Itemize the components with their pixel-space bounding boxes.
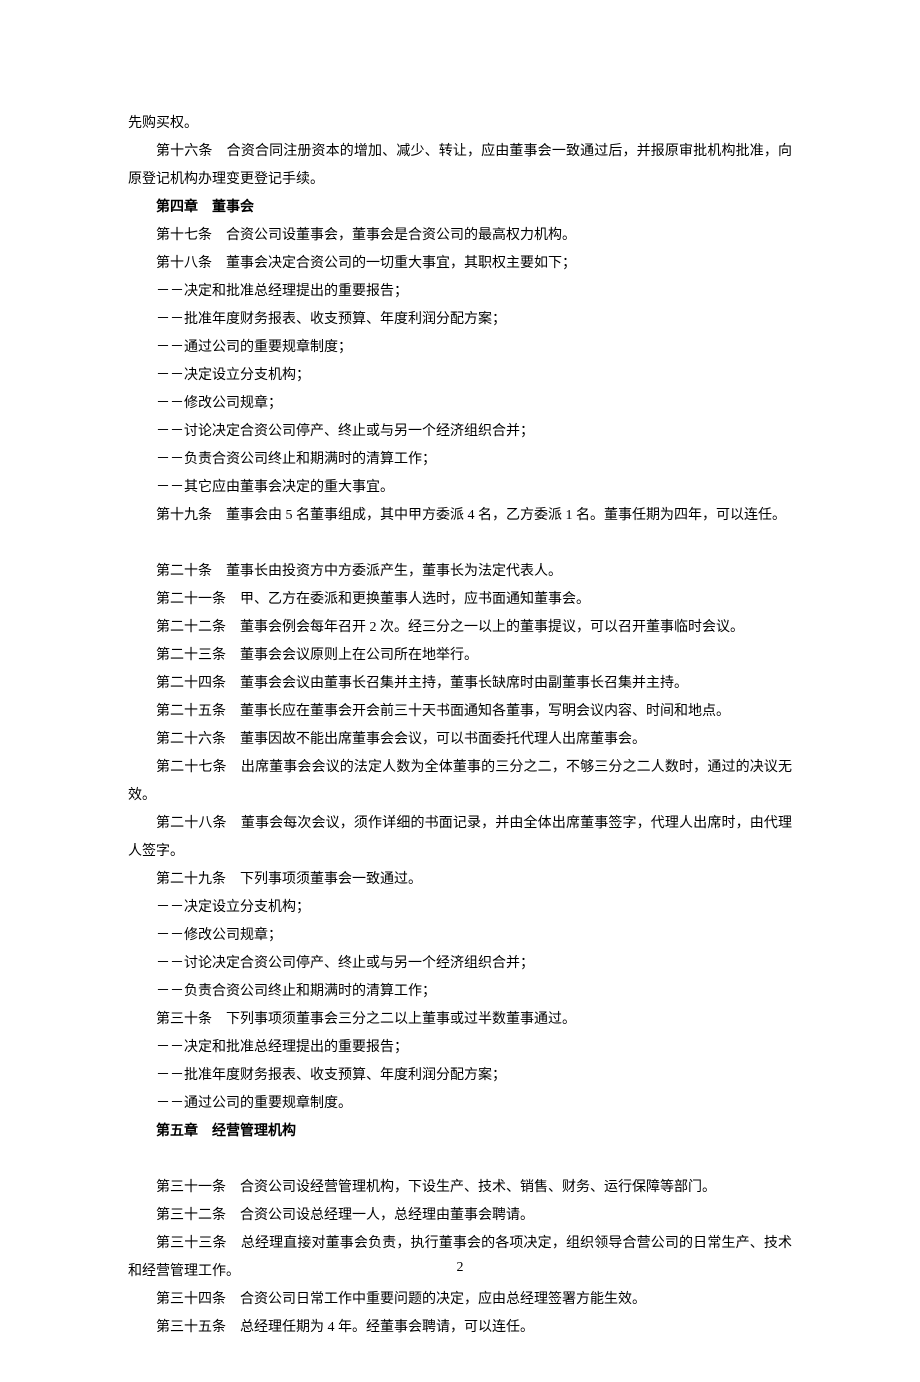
body-paragraph: 第十八条 董事会决定合资公司的一切重大事宜，其职权主要如下； bbox=[128, 250, 792, 278]
blank-line bbox=[128, 530, 792, 558]
body-paragraph: －－决定和批准总经理提出的重要报告； bbox=[128, 1034, 792, 1062]
body-paragraph: 第二十九条 下列事项须董事会一致通过。 bbox=[128, 866, 792, 894]
body-paragraph: 第三十四条 合资公司日常工作中重要问题的决定，应由总经理签署方能生效。 bbox=[128, 1286, 792, 1314]
body-paragraph: 第二十四条 董事会会议由董事长召集并主持，董事长缺席时由副董事长召集并主持。 bbox=[128, 670, 792, 698]
body-paragraph: －－讨论决定合资公司停产、终止或与另一个经济组织合并； bbox=[128, 418, 792, 446]
body-paragraph: 第二十二条 董事会例会每年召开 2 次。经三分之一以上的董事提议，可以召开董事临… bbox=[128, 614, 792, 642]
body-paragraph: －－讨论决定合资公司停产、终止或与另一个经济组织合并； bbox=[128, 950, 792, 978]
body-paragraph: 第二十五条 董事长应在董事会开会前三十天书面通知各董事，写明会议内容、时间和地点… bbox=[128, 698, 792, 726]
body-paragraph: 第十九条 董事会由 5 名董事组成，其中甲方委派 4 名，乙方委派 1 名。董事… bbox=[128, 502, 792, 530]
body-paragraph: 第三十二条 合资公司设总经理一人，总经理由董事会聘请。 bbox=[128, 1202, 792, 1230]
document-body: 先购买权。第十六条 合资合同注册资本的增加、减少、转让，应由董事会一致通过后，并… bbox=[128, 110, 792, 1342]
body-paragraph: －－通过公司的重要规章制度； bbox=[128, 334, 792, 362]
chapter-heading: 第四章 董事会 bbox=[128, 194, 792, 222]
body-paragraph: 第三十五条 总经理任期为 4 年。经董事会聘请，可以连任。 bbox=[128, 1314, 792, 1342]
body-paragraph: －－批准年度财务报表、收支预算、年度利润分配方案； bbox=[128, 306, 792, 334]
body-paragraph: 第三十一条 合资公司设经营管理机构，下设生产、技术、销售、财务、运行保障等部门。 bbox=[128, 1174, 792, 1202]
body-paragraph: 第三十条 下列事项须董事会三分之二以上董事或过半数董事通过。 bbox=[128, 1006, 792, 1034]
document-page: 先购买权。第十六条 合资合同注册资本的增加、减少、转让，应由董事会一致通过后，并… bbox=[0, 0, 920, 1382]
body-paragraph: 第二十八条 董事会每次会议，须作详细的书面记录，并由全体出席董事签字，代理人出席… bbox=[128, 810, 792, 866]
body-paragraph: －－通过公司的重要规章制度。 bbox=[128, 1090, 792, 1118]
body-paragraph: 第二十三条 董事会会议原则上在公司所在地举行。 bbox=[128, 642, 792, 670]
body-paragraph: 第十六条 合资合同注册资本的增加、减少、转让，应由董事会一致通过后，并报原审批机… bbox=[128, 138, 792, 194]
blank-line bbox=[128, 1146, 792, 1174]
body-paragraph: －－决定设立分支机构； bbox=[128, 362, 792, 390]
body-paragraph: 先购买权。 bbox=[128, 110, 792, 138]
body-paragraph: 第二十条 董事长由投资方中方委派产生，董事长为法定代表人。 bbox=[128, 558, 792, 586]
body-paragraph: 第二十七条 出席董事会会议的法定人数为全体董事的三分之二，不够三分之二人数时，通… bbox=[128, 754, 792, 810]
body-paragraph: －－负责合资公司终止和期满时的清算工作； bbox=[128, 446, 792, 474]
body-paragraph: －－修改公司规章； bbox=[128, 390, 792, 418]
body-paragraph: －－其它应由董事会决定的重大事宜。 bbox=[128, 474, 792, 502]
chapter-heading: 第五章 经营管理机构 bbox=[128, 1118, 792, 1146]
body-paragraph: －－修改公司规章； bbox=[128, 922, 792, 950]
body-paragraph: －－决定和批准总经理提出的重要报告； bbox=[128, 278, 792, 306]
body-paragraph: 第二十一条 甲、乙方在委派和更换董事人选时，应书面通知董事会。 bbox=[128, 586, 792, 614]
page-number: 2 bbox=[0, 1254, 920, 1282]
body-paragraph: 第二十六条 董事因故不能出席董事会会议，可以书面委托代理人出席董事会。 bbox=[128, 726, 792, 754]
body-paragraph: －－负责合资公司终止和期满时的清算工作； bbox=[128, 978, 792, 1006]
body-paragraph: 第十七条 合资公司设董事会，董事会是合资公司的最高权力机构。 bbox=[128, 222, 792, 250]
body-paragraph: －－决定设立分支机构； bbox=[128, 894, 792, 922]
body-paragraph: －－批准年度财务报表、收支预算、年度利润分配方案； bbox=[128, 1062, 792, 1090]
